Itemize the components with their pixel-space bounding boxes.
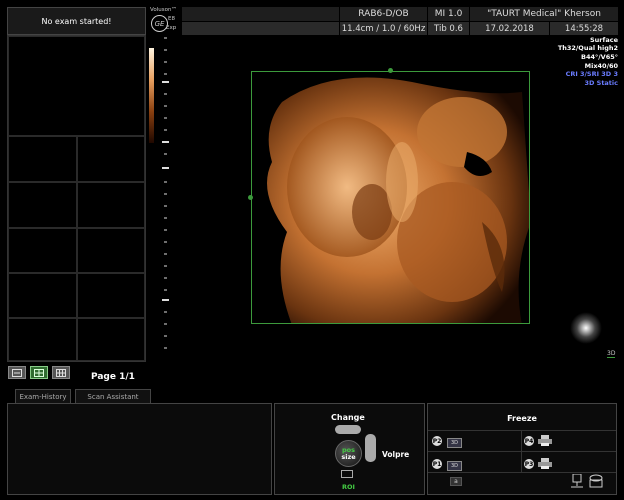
layout-grid-icon	[34, 368, 44, 377]
exam-status-box: No exam started!	[7, 7, 146, 35]
thumbnail-slot[interactable]	[77, 182, 145, 228]
p3-button[interactable]: P3	[524, 459, 534, 469]
thumbnail-slot[interactable]	[8, 318, 77, 361]
roi-control-panel: Change pos size Volpre ROI	[274, 403, 425, 495]
header-row-1: RAB6-D/OB MI 1.0 "TAURT Medical" Kherson	[182, 7, 618, 21]
exam-time: 14:55:28	[564, 23, 604, 34]
thumbnail-large[interactable]	[8, 36, 145, 136]
p4-button[interactable]: P4	[524, 436, 534, 446]
thumbnail-slot[interactable]	[8, 182, 77, 228]
roi-button-icon[interactable]	[341, 470, 353, 478]
param-blue-1: 3D Static	[584, 79, 618, 87]
layout-1x1-button[interactable]	[8, 366, 26, 379]
change-label: Change	[331, 413, 365, 422]
thumbnail-area	[7, 35, 146, 362]
layout-single-icon	[12, 368, 22, 377]
archive-icon[interactable]	[589, 474, 603, 488]
roi-left-handle[interactable]	[248, 195, 253, 200]
layout-grid3-icon	[56, 368, 66, 377]
param-1: Th32/Qual high2	[557, 44, 618, 52]
p1-button[interactable]: P1	[432, 459, 442, 469]
thumbnail-slot[interactable]	[8, 228, 77, 273]
indicator-3d: 3D	[607, 350, 616, 358]
probe-label: RAB6-D/OB	[340, 7, 428, 21]
thumbnail-slot[interactable]	[8, 273, 77, 318]
exam-status-text: No exam started!	[41, 16, 112, 26]
orientation-sphere-icon[interactable]	[570, 312, 602, 344]
param-2: B44°/V65°	[581, 53, 618, 61]
printer-icon	[538, 458, 552, 469]
p2-3d-badge: 3D	[447, 438, 462, 448]
trackball-icon[interactable]: pos size	[335, 440, 362, 467]
volpre-dial-icon[interactable]	[365, 434, 376, 462]
transfer-icon[interactable]	[571, 474, 583, 488]
layout-2x2-button[interactable]	[30, 366, 48, 379]
thumbnail-slot[interactable]	[77, 228, 145, 273]
tib-value: Tib 0.6	[428, 22, 470, 35]
p1-3d-badge: 3D	[447, 461, 462, 471]
depth-frequency: 11.4cm / 1.0 / 60Hz	[340, 22, 428, 35]
brand-name: Voluson™	[150, 7, 177, 13]
roi-label: ROI	[342, 483, 355, 491]
brand-variant: Exp	[166, 25, 177, 31]
param-blue-0: CRI 3/SRI 3D 3	[565, 70, 618, 78]
thumbnail-slot[interactable]	[77, 318, 145, 361]
color-map-bar	[149, 48, 154, 143]
exam-date: 17.02.2018	[470, 22, 550, 35]
p2-button[interactable]: P2	[432, 436, 442, 446]
layout-3x3-button[interactable]	[52, 366, 70, 379]
a-button[interactable]: a	[450, 477, 462, 486]
roi-top-handle[interactable]	[388, 68, 393, 73]
change-dial-icon[interactable]	[335, 425, 361, 434]
institution-name: "TAURT Medical" Kherson	[487, 9, 601, 19]
exam-info-panel	[7, 403, 272, 495]
header-row-2: 11.4cm / 1.0 / 60Hz Tib 0.6 17.02.2018 1…	[182, 22, 618, 35]
tab-scan-assistant[interactable]: Scan Assistant	[75, 389, 151, 403]
tab-exam-history[interactable]: Exam-History	[15, 389, 71, 403]
freeze-panel: Freeze P2 3D P4 P1 3D P3 a	[427, 403, 617, 495]
freeze-label[interactable]: Freeze	[428, 414, 616, 423]
volpre-label: Volpre	[382, 450, 410, 459]
page-indicator: Page 1/1	[91, 372, 135, 382]
depth-scale	[162, 37, 169, 349]
fetal-face-render	[252, 72, 529, 323]
mi-value: MI 1.0	[428, 7, 470, 21]
3d-rendered-image[interactable]	[251, 71, 530, 324]
thumbnail-slot[interactable]	[8, 136, 77, 182]
thumbnail-slot[interactable]	[77, 273, 145, 318]
size-label: size	[341, 452, 356, 461]
thumbnail-slot[interactable]	[77, 136, 145, 182]
printer-icon	[538, 435, 552, 446]
brand-model: E8	[168, 16, 175, 22]
